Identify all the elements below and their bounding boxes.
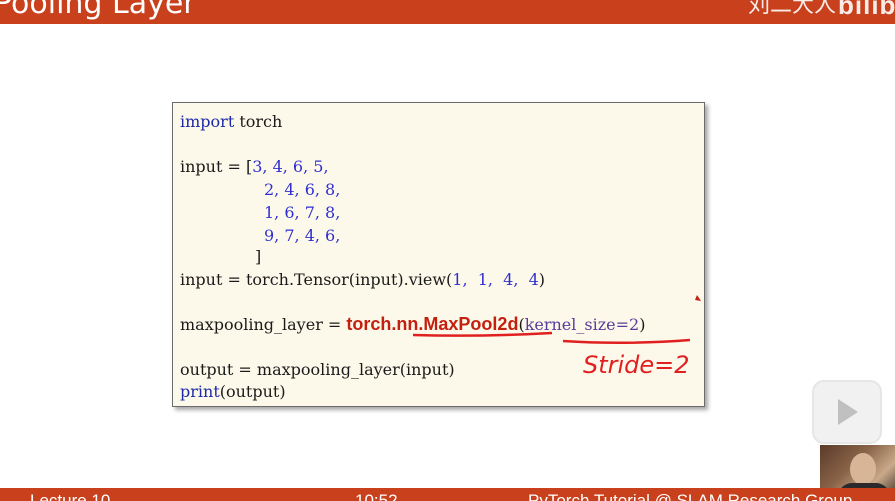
slide-footer-bar: Lecture 10 10:52 PyTorch Tutorial @ SLAM… xyxy=(0,488,895,501)
cursor-icon xyxy=(695,295,701,301)
stride-annotation: Stride=2 xyxy=(583,351,690,379)
footer-credit: PyTorch Tutorial @ SLAM Research Group xyxy=(528,491,853,501)
annotation-underlines xyxy=(412,295,701,345)
footer-lecture: Lecture 10 xyxy=(30,491,111,501)
footer-time: 10:52 xyxy=(355,491,398,501)
underline-maxpool xyxy=(412,331,553,337)
play-icon xyxy=(838,399,858,425)
play-button[interactable] xyxy=(812,380,882,444)
underline-kernel xyxy=(562,338,691,345)
presenter-head xyxy=(850,453,876,485)
